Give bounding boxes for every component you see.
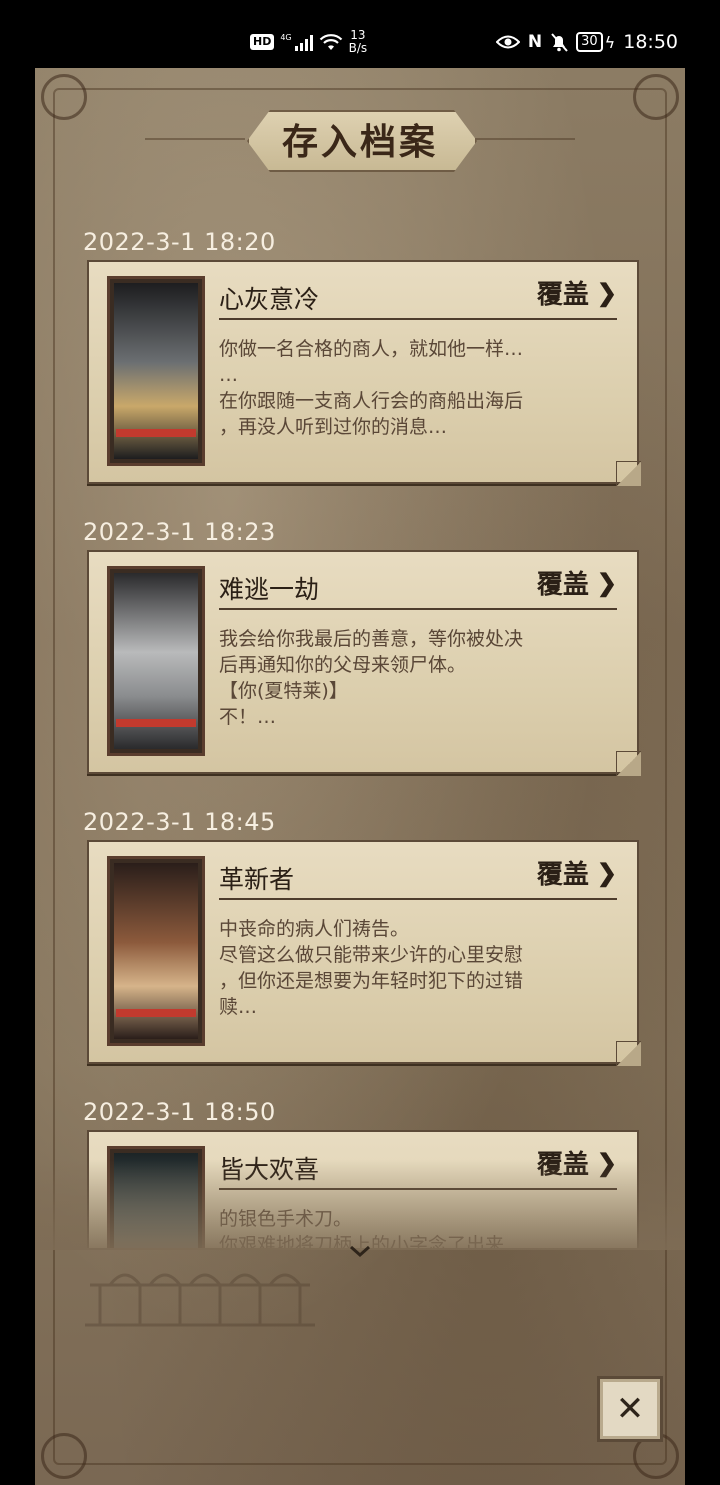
description-line: 赎… bbox=[219, 996, 258, 1018]
battery-icon: 30 bbox=[576, 32, 603, 52]
save-thumbnail bbox=[107, 276, 205, 466]
save-slot-card[interactable]: 心灰意冷 覆盖 ❯ 你做一名合格的商人，就如他一样… … 在你跟随一支商人行会的商船出海后… bbox=[87, 260, 641, 486]
save-description: 中丧命的病人们祷告。尽管这么做只能带来少许的心里安慰 ，但你还是想要为年轻时犯下的… bbox=[219, 916, 609, 1020]
description-line: 不！… bbox=[219, 706, 277, 728]
mute-bell-icon bbox=[551, 33, 568, 52]
overwrite-button[interactable]: 覆盖❯ bbox=[537, 274, 617, 311]
chevron-down-icon bbox=[350, 1245, 370, 1258]
divider bbox=[219, 898, 617, 900]
save-thumbnail bbox=[107, 566, 205, 756]
save-description: 我会给你我最后的善意，等你被处决 后再通知你的父母来领尸体。 【你(夏特莱)】 不！… bbox=[219, 626, 609, 730]
description-line: 【你(夏特莱)】 bbox=[219, 680, 348, 702]
save-timestamp: 2022-3-1 18:23 bbox=[83, 518, 276, 546]
chevron-right-icon: ❯ bbox=[596, 568, 617, 597]
description-line: 你做一名合格的商人，就如他一样… bbox=[219, 338, 524, 360]
clock: 18:50 bbox=[623, 31, 678, 53]
close-icon: ✕ bbox=[615, 1389, 645, 1429]
save-timestamp: 2022-3-1 18:45 bbox=[83, 808, 276, 836]
save-slot-card[interactable]: 革新者 覆盖 ❯ 中丧命的病人们祷告。尽管这么做只能带来少许的心里安慰 ，但你还是想要为… bbox=[87, 840, 641, 1066]
save-timestamp: 2022-3-1 18:50 bbox=[83, 1098, 276, 1126]
divider bbox=[219, 608, 617, 610]
description-line: 尽管这么做只能带来少许的心里安慰 bbox=[219, 944, 524, 966]
save-title: 难逃一劫 bbox=[219, 575, 320, 604]
corner-ornament bbox=[41, 1433, 87, 1479]
save-thumbnail bbox=[107, 856, 205, 1046]
save-timestamp: 2022-3-1 18:20 bbox=[83, 228, 276, 256]
overwrite-button[interactable]: 覆盖❯ bbox=[537, 854, 617, 891]
status-bar: HD 4G 13 B/s N 30 ϟ 18:50 bbox=[0, 0, 720, 68]
status-right: N 30 ϟ 18:50 bbox=[495, 28, 678, 56]
overwrite-label: 覆盖 bbox=[536, 570, 589, 600]
eye-comfort-icon bbox=[495, 35, 520, 49]
title-ornament-left bbox=[145, 138, 245, 140]
decorative-architecture bbox=[85, 1273, 315, 1327]
description-line: 中丧命的病人们祷告。 bbox=[219, 918, 410, 940]
cellular-signal-icon: 4G bbox=[280, 33, 313, 51]
save-slot-list[interactable]: 2022-3-1 18:20 心灰意冷 覆盖 ❯ 你做一名合格的商人，就如他一样…… 在你… bbox=[35, 220, 685, 1248]
overwrite-button[interactable]: 覆盖❯ bbox=[537, 564, 617, 601]
wifi-icon bbox=[319, 34, 342, 50]
corner-ornament bbox=[633, 74, 679, 120]
description-line: 后再通知你的父母来领尸体。 bbox=[219, 654, 467, 676]
title-ornament-right bbox=[475, 138, 575, 140]
charging-icon: ϟ bbox=[604, 32, 616, 52]
status-left: HD 4G 13 B/s bbox=[250, 28, 367, 56]
description-line: … bbox=[219, 364, 238, 386]
overwrite-label: 覆盖 bbox=[536, 280, 589, 310]
chevron-right-icon: ❯ bbox=[596, 858, 617, 887]
description-line: ，再没人听到过你的消息… bbox=[219, 416, 448, 438]
close-button[interactable]: ✕ bbox=[597, 1376, 663, 1442]
dialog-title: 存入档案 bbox=[281, 121, 438, 163]
save-title: 心灰意冷 bbox=[219, 285, 320, 314]
network-speed: 13 B/s bbox=[348, 28, 368, 55]
save-description: 你做一名合格的商人，就如他一样… … 在你跟随一支商人行会的商船出海后 ，再没人听到过… bbox=[219, 336, 609, 440]
overwrite-label: 覆盖 bbox=[536, 860, 589, 890]
network-type: 4G bbox=[280, 33, 292, 42]
hd-badge: HD bbox=[250, 34, 275, 50]
description-line: 我会给你我最后的善意，等你被处决 bbox=[219, 628, 524, 650]
nfc-icon: N bbox=[527, 32, 543, 52]
save-title: 革新者 bbox=[219, 865, 295, 894]
chevron-right-icon: ❯ bbox=[596, 278, 617, 307]
corner-ornament bbox=[41, 74, 87, 120]
divider bbox=[219, 318, 617, 320]
description-line: ，但你还是想要为年轻时犯下的过错 bbox=[219, 970, 524, 992]
save-slot-card[interactable]: 难逃一劫 覆盖 ❯ 我会给你我最后的善意，等你被处决 后再通知你的父母来领尸体。 【你(夏… bbox=[87, 550, 641, 776]
list-fade bbox=[35, 1160, 685, 1250]
description-line: 在你跟随一支商人行会的商船出海后 bbox=[219, 390, 524, 412]
